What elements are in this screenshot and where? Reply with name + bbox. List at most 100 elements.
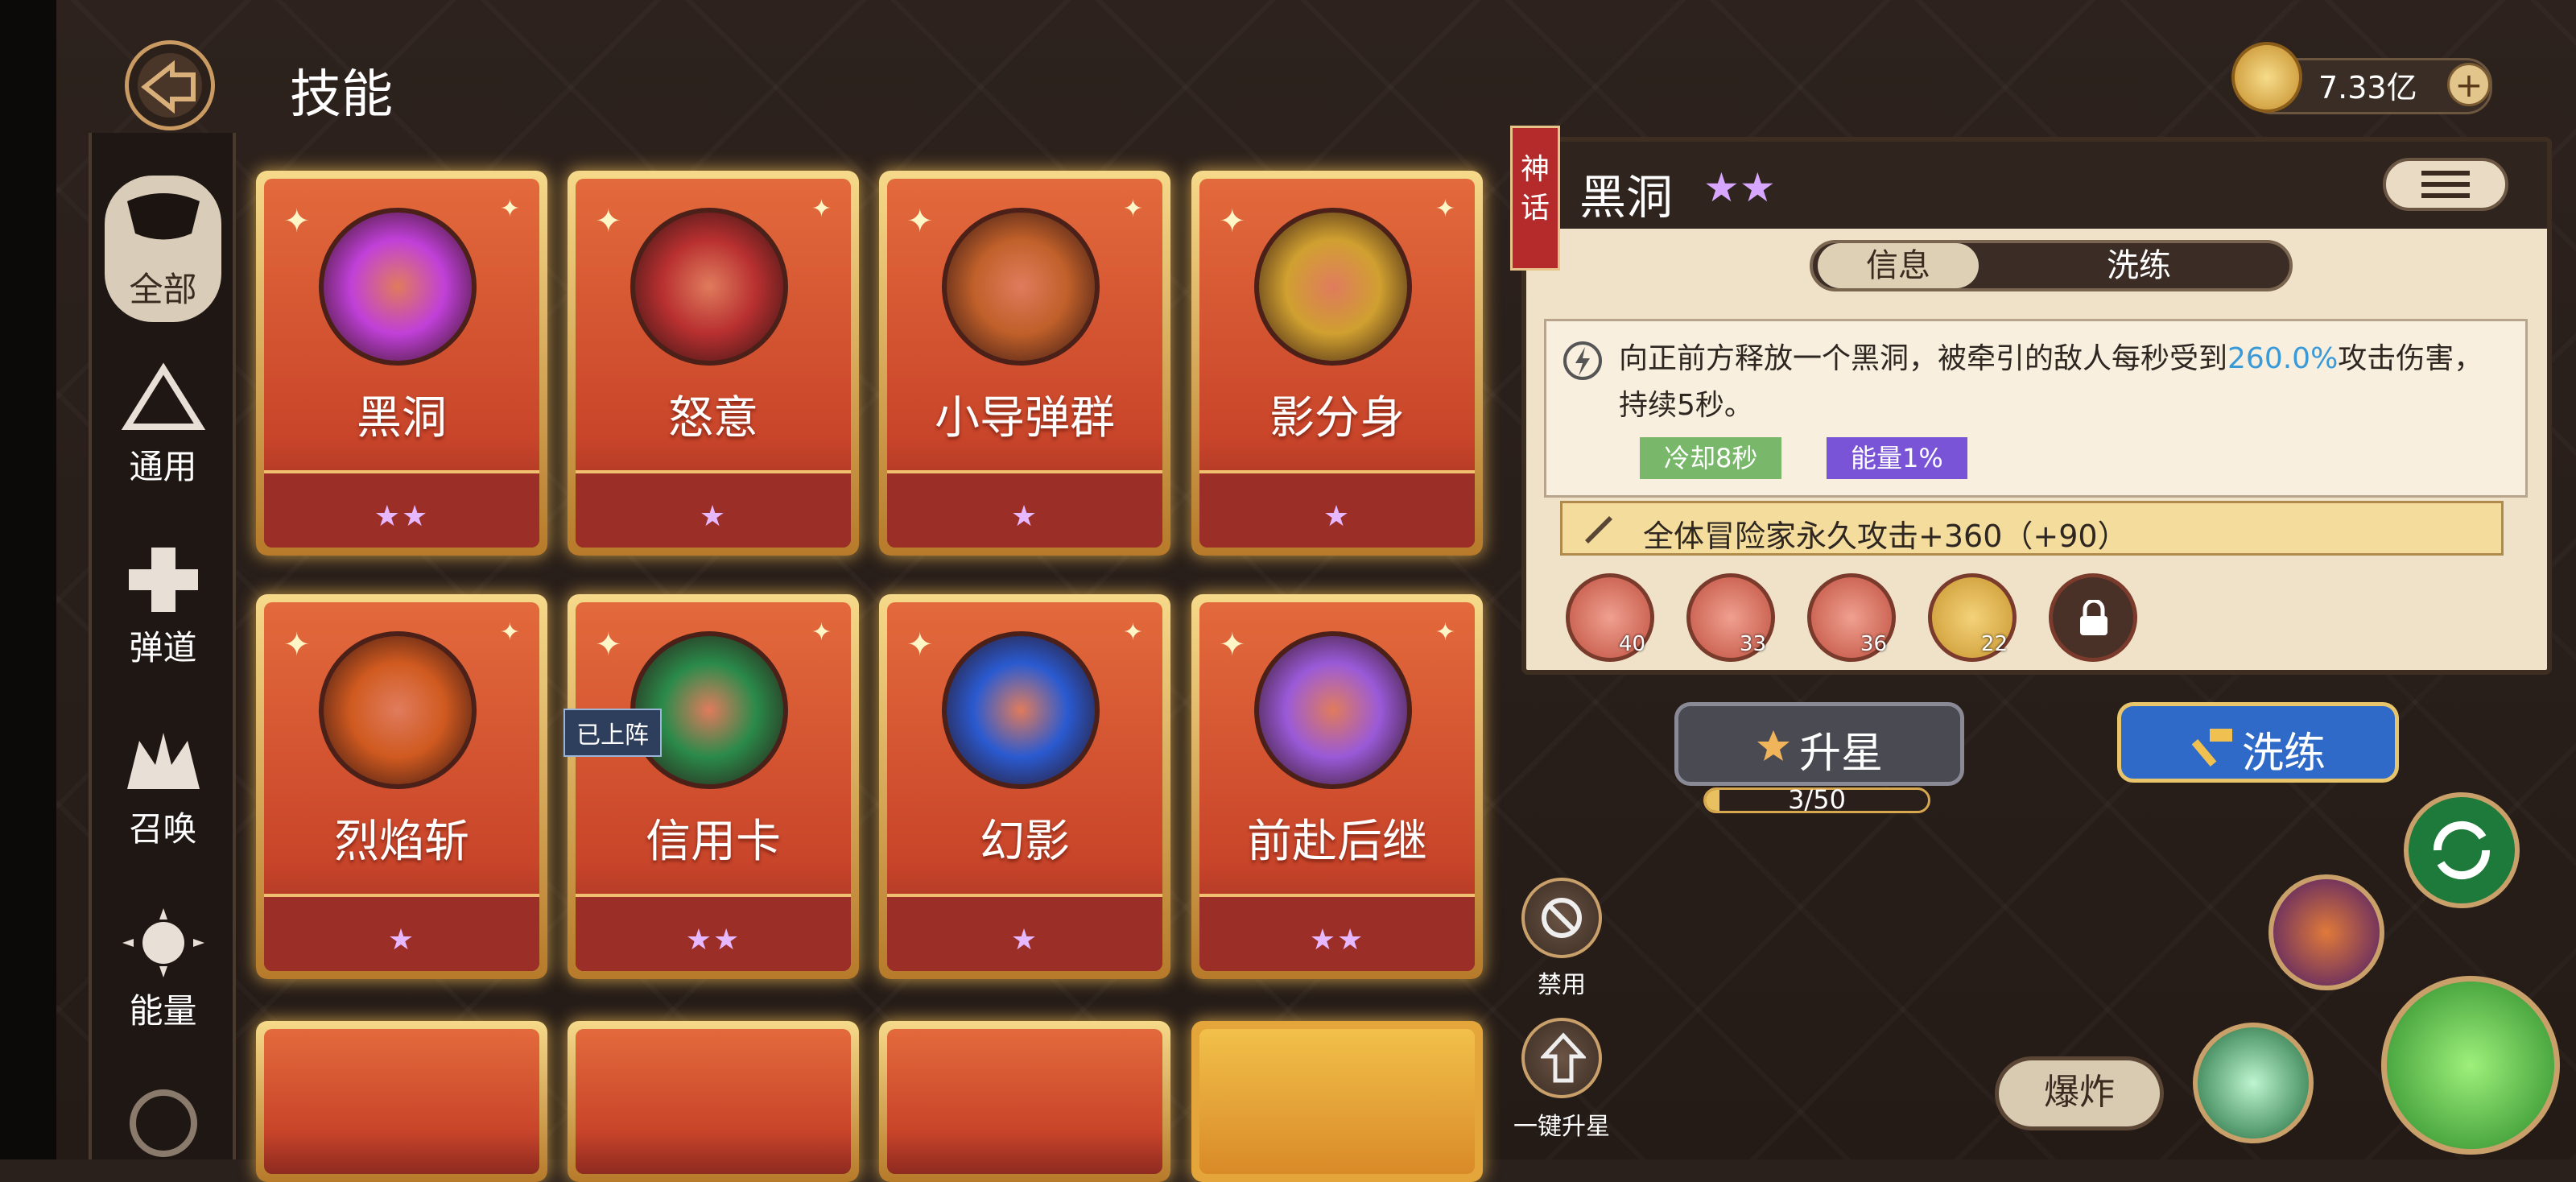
disable-button[interactable]	[1521, 878, 1602, 958]
category-label: 能量	[129, 991, 197, 1031]
skill-stars: ★	[1010, 500, 1039, 533]
star-icon	[1757, 730, 1790, 761]
category-label: 通用	[129, 447, 197, 486]
tab-info[interactable]: 信息	[1818, 243, 1979, 288]
skill-card[interactable]: ✦ ✦ 前赴后继 ★★	[1191, 594, 1483, 979]
sparkle-icon: ✦	[1219, 626, 1246, 663]
locked-rune-slot[interactable]	[2049, 573, 2137, 662]
sparkle-icon: ✦	[1122, 195, 1143, 223]
sparkle-icon: ✦	[499, 618, 520, 647]
rune-slot[interactable]: 22	[1928, 573, 2017, 662]
skill-stars: ★★	[685, 924, 741, 957]
rune-slot[interactable]: 33	[1686, 573, 1775, 662]
ban-icon	[1542, 898, 1582, 938]
add-currency-button[interactable]: +	[2447, 63, 2491, 106]
bonus-row: 全体冒险家永久攻击+360（+90）	[1560, 501, 2504, 556]
sparkle-icon: ✦	[1435, 618, 1455, 647]
rune-slot[interactable]: 36	[1807, 573, 1896, 662]
bonus-text: 全体冒险家永久攻击+360（+90）	[1643, 519, 2128, 554]
credit-card-skill-button[interactable]	[2193, 1023, 2314, 1143]
skill-card-partial[interactable]	[568, 1021, 859, 1182]
skill-stars: ★	[1010, 924, 1039, 957]
skill-portrait	[942, 208, 1100, 366]
one-key-star-label: 一键升星	[1513, 1113, 1610, 1141]
skill-name: 小导弹群	[935, 392, 1115, 444]
category-ballistic[interactable]: 弹道	[105, 543, 221, 670]
skill-card[interactable]: ✦ ✦ 黑洞 ★★	[256, 171, 547, 556]
general-icon	[119, 362, 208, 435]
skill-card[interactable]: ✦ ✦ 怒意 ★	[568, 171, 859, 556]
sparkle-icon: ✦	[1435, 195, 1455, 223]
skill-card-partial[interactable]	[256, 1021, 547, 1182]
rune-slot[interactable]: 40	[1566, 573, 1654, 662]
skill-card[interactable]: ✦ ✦ 幻影 ★	[879, 594, 1170, 979]
skill-description-box: 向正前方释放一个黑洞，被牵引的敌人每秒受到260.0%攻击伤害，持续5秒。 冷却…	[1544, 319, 2528, 498]
summon-icon	[119, 725, 208, 797]
category-general[interactable]: 通用	[105, 362, 221, 489]
skill-name: 幻影	[980, 816, 1070, 868]
sparkle-icon: ✦	[906, 203, 934, 240]
skill-portrait	[319, 631, 477, 789]
ballistic-icon	[119, 543, 208, 616]
skill-name: 烈焰斩	[334, 816, 469, 868]
sparkle-icon: ✦	[811, 618, 832, 647]
skill-description: 向正前方释放一个黑洞，被牵引的敌人每秒受到260.0%攻击伤害，持续5秒。	[1619, 342, 2483, 422]
skill-portrait	[630, 208, 788, 366]
skill-portrait	[942, 631, 1100, 789]
page-title: 技能	[290, 65, 393, 125]
spiral-icon	[119, 1087, 208, 1159]
sparkle-icon: ✦	[811, 195, 832, 223]
explode-button[interactable]: 爆炸	[1995, 1056, 2164, 1130]
energy-tag: 能量1%	[1827, 437, 1967, 479]
skill-stars: ★	[699, 500, 728, 533]
category-more[interactable]	[105, 1087, 221, 1164]
gold-coin-icon	[2231, 42, 2302, 113]
skill-card[interactable]: ✦ ✦ 小导弹群 ★	[879, 171, 1170, 556]
lock-icon	[2080, 600, 2107, 635]
skill-title: 黑洞	[1579, 170, 1674, 225]
ultimate-skill-button[interactable]	[2381, 976, 2560, 1155]
spear-skill-button[interactable]	[2268, 874, 2384, 990]
category-energy[interactable]: 能量	[105, 907, 221, 1033]
skill-stars: ★	[387, 924, 416, 957]
currency-value: 7.33亿	[2318, 70, 2417, 105]
cooldown-tag: 冷却8秒	[1640, 437, 1782, 479]
star-progress-text: 3/50	[1788, 784, 1846, 815]
sparkle-icon: ✦	[283, 203, 311, 240]
menu-button[interactable]	[2383, 158, 2508, 211]
category-label: 召唤	[129, 809, 197, 849]
sword-icon	[1585, 516, 1612, 543]
skill-card-partial[interactable]	[879, 1021, 1170, 1182]
back-button[interactable]	[125, 40, 215, 130]
one-key-star-button[interactable]	[1521, 1018, 1602, 1098]
list-icon	[2421, 171, 2470, 198]
tab-reroll[interactable]: 洗练	[2022, 243, 2256, 288]
star-up-button[interactable]: 升星	[1674, 702, 1964, 786]
refresh-icon	[2434, 820, 2490, 880]
refresh-button[interactable]	[2404, 792, 2520, 908]
skill-card[interactable]: ✦ ✦ 影分身 ★	[1191, 171, 1483, 556]
skill-portrait	[319, 208, 477, 366]
sparkle-icon: ✦	[906, 626, 934, 663]
skill-card[interactable]: ✦ ✦ 烈焰斩 ★	[256, 594, 547, 979]
category-all[interactable]: 全部	[105, 176, 221, 322]
category-label: 弹道	[129, 628, 197, 667]
sparkle-icon: ✦	[595, 203, 622, 240]
skill-card-partial[interactable]	[1191, 1021, 1483, 1182]
skill-stars: ★★	[374, 500, 430, 533]
category-summon[interactable]: 召唤	[105, 725, 221, 851]
sparkle-icon: ✦	[283, 626, 311, 663]
skill-name: 影分身	[1269, 392, 1405, 444]
sparkle-icon: ✦	[499, 195, 520, 223]
skill-card[interactable]: ✦ ✦ 信用卡 ★★	[568, 594, 859, 979]
lightning-icon	[1563, 341, 1602, 380]
sparkle-icon: ✦	[1219, 203, 1246, 240]
skill-stars: ★★	[1309, 924, 1365, 957]
rarity-tag: 神话	[1510, 126, 1560, 271]
reroll-button[interactable]: 洗练	[2117, 702, 2399, 783]
skill-portrait	[1254, 208, 1412, 366]
skill-stars: ★★	[1703, 164, 1776, 211]
hammer-icon	[2192, 729, 2232, 767]
sparkle-icon: ✦	[1122, 618, 1143, 647]
category-label: 全部	[129, 270, 197, 309]
